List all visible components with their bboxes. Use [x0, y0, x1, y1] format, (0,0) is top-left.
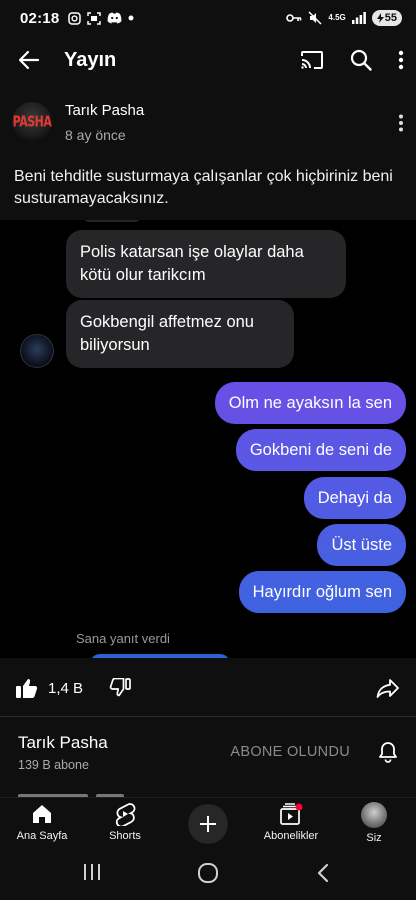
author-avatar-logo: PASHA	[12, 112, 52, 131]
status-time: 02:18	[20, 9, 60, 27]
key-icon	[286, 14, 302, 22]
nav-subscriptions[interactable]: Abonelikler	[251, 802, 331, 842]
dislike-icon[interactable]	[109, 678, 131, 698]
battery-bolt-icon	[376, 13, 384, 23]
sender-avatar	[20, 334, 54, 368]
nav-label: Abonelikler	[263, 830, 319, 842]
mute-icon	[308, 11, 322, 25]
like-count: 1,4 B	[48, 679, 84, 697]
post-text: Beni tehditle susturmaya çalışanlar çok …	[14, 168, 393, 207]
action-bar: 1,4 B	[0, 660, 416, 716]
more-vert-icon[interactable]	[398, 50, 404, 70]
nav-home[interactable]: Ana Sayfa	[2, 802, 82, 842]
subscriptions-icon	[280, 803, 303, 825]
post-header: PASHA Tarık Pasha 8 ay önce	[0, 96, 416, 156]
subscriber-count: 139 B abone	[18, 757, 89, 772]
back-arrow-icon[interactable]	[18, 49, 40, 71]
system-nav	[0, 849, 416, 900]
outgoing-message: Dehayi da	[303, 477, 406, 519]
post-time: 8 ay önce	[65, 127, 126, 143]
incoming-message: Gokbengil affetmez onu biliyorsun	[66, 300, 294, 368]
cast-icon[interactable]	[300, 50, 324, 70]
page-title: Yayın	[64, 48, 117, 71]
battery-level: 55	[384, 12, 397, 24]
outgoing-message: Üst üste	[317, 524, 406, 566]
cropped-reply-bubble	[90, 654, 230, 658]
like-icon[interactable]	[16, 678, 38, 698]
home-icon	[33, 805, 51, 823]
outgoing-message: Olm ne ayaksın la sen	[214, 382, 406, 424]
app-bar: Yayın	[0, 36, 416, 84]
status-bar: 02:18 4.5G 55	[0, 0, 416, 36]
home-circle-icon[interactable]	[197, 863, 219, 883]
share-icon[interactable]	[376, 678, 400, 698]
nav-label: Shorts	[109, 830, 141, 842]
subscribed-button[interactable]: ABONE OLUNDU	[230, 744, 350, 760]
channel-name[interactable]: Tarık Pasha	[18, 733, 108, 753]
screenshot-icon	[87, 11, 102, 25]
create-button[interactable]	[188, 804, 228, 844]
channel-row: Tarık Pasha 139 B abone ABONE OLUNDU	[0, 717, 416, 787]
shorts-icon	[115, 803, 136, 826]
outgoing-message: Hayırdır oğlum sen	[238, 571, 406, 613]
back-chevron-icon[interactable]	[316, 863, 330, 883]
cropped-bubble	[82, 220, 142, 222]
dot-icon	[128, 15, 134, 21]
search-icon[interactable]	[350, 49, 372, 71]
discord-icon	[107, 12, 122, 24]
post-author[interactable]: Tarık Pasha	[65, 102, 144, 119]
nav-you[interactable]: Siz	[334, 802, 414, 844]
battery-indicator: 55	[371, 10, 402, 26]
bottom-nav: Ana Sayfa Shorts Abonelikler Siz	[0, 797, 416, 849]
post-image[interactable]: Polis katarsan işe olaylar daha kötü olu…	[0, 220, 416, 658]
post-meta: Tarık Pasha 8 ay önce	[65, 96, 144, 143]
reply-note: Sana yanıt verdi	[76, 631, 170, 646]
post-more-icon[interactable]	[398, 114, 404, 132]
avatar	[361, 802, 387, 828]
signal-icon	[351, 12, 366, 24]
nav-shorts[interactable]: Shorts	[85, 802, 165, 842]
incoming-message: Polis katarsan işe olaylar daha kötü olu…	[66, 230, 346, 298]
create-icon	[200, 816, 216, 832]
outgoing-message: Gokbeni de seni de	[235, 429, 406, 471]
bell-icon[interactable]	[378, 741, 398, 763]
nav-label: Siz	[366, 832, 382, 844]
author-avatar[interactable]: PASHA	[12, 102, 52, 142]
nav-label: Ana Sayfa	[16, 830, 68, 842]
network-type: 4.5G	[328, 13, 346, 22]
instagram-icon	[68, 11, 82, 25]
recents-icon[interactable]	[82, 863, 102, 881]
